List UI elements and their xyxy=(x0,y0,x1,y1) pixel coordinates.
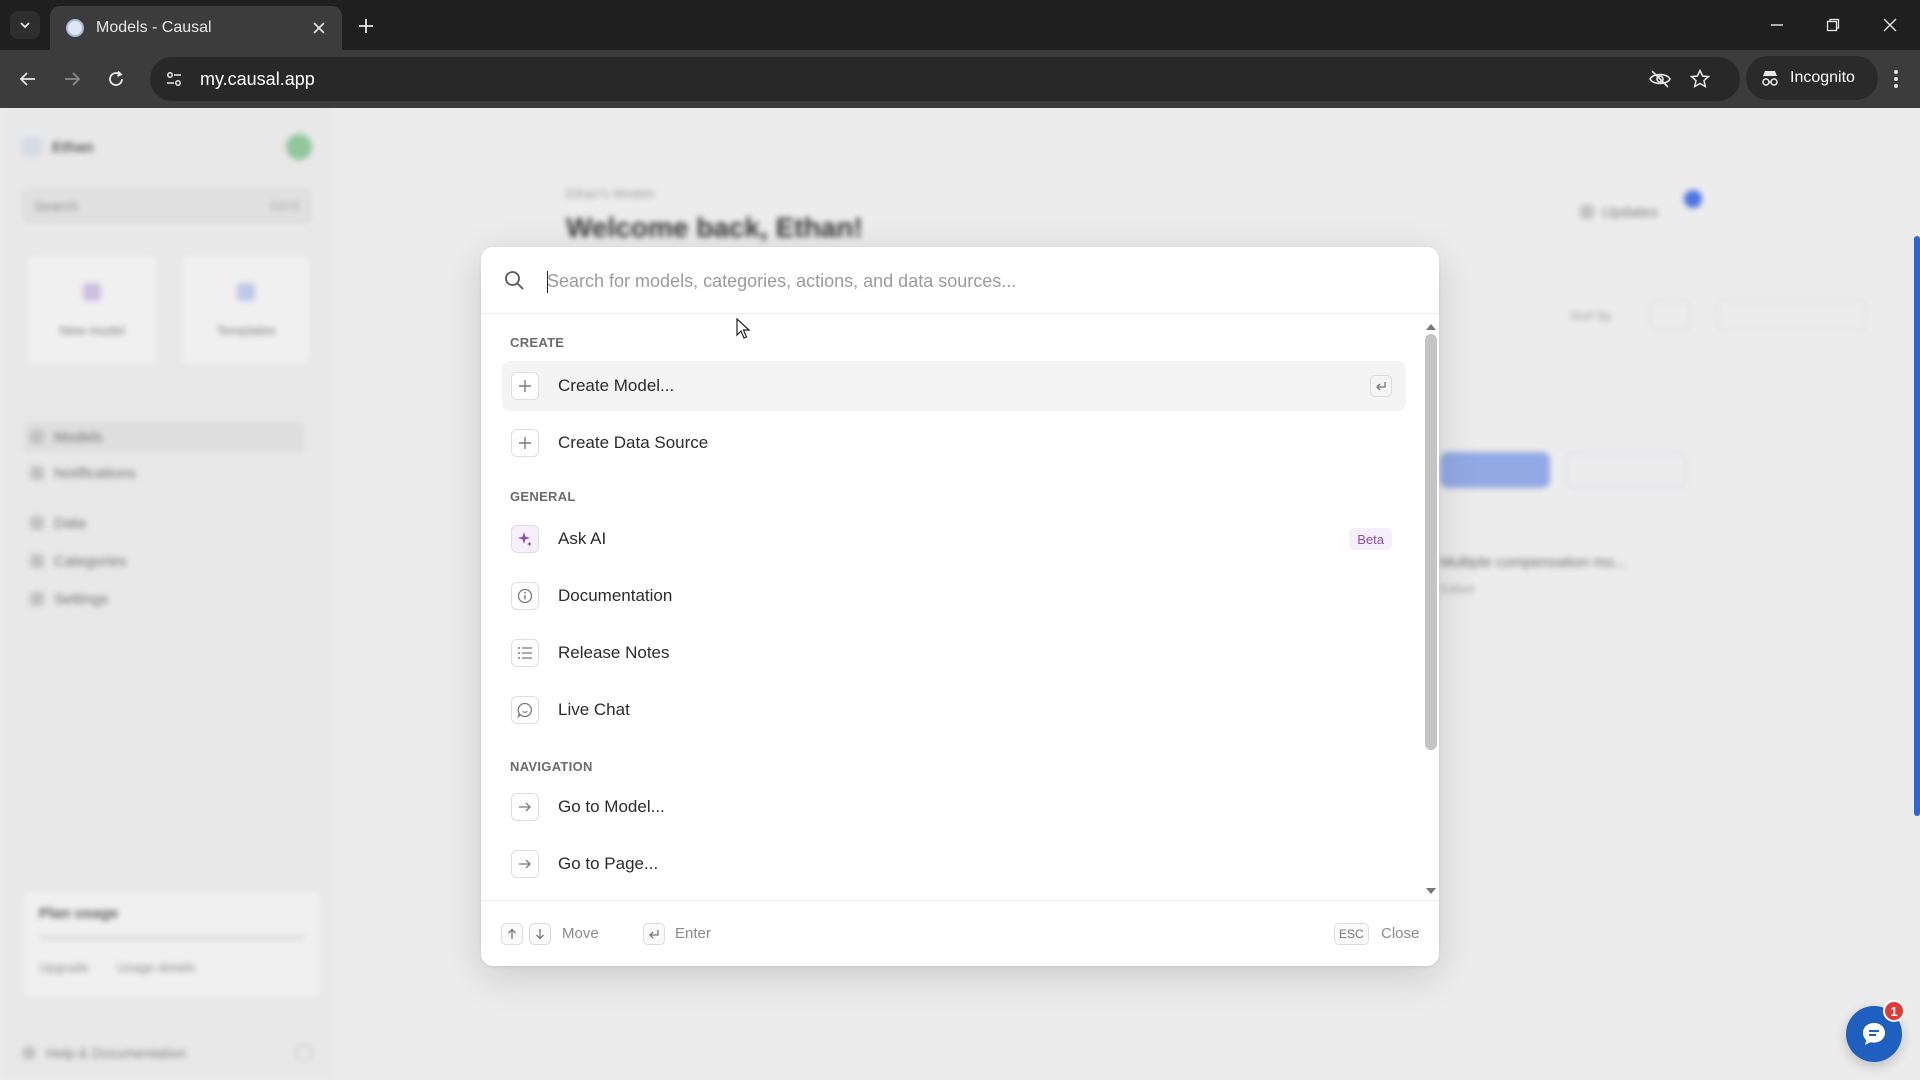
chat-icon xyxy=(1863,1023,1885,1045)
more-vertical-icon xyxy=(1894,70,1898,88)
command-palette: CREATE Create Model... Create Data Sourc… xyxy=(481,247,1439,966)
forward-button[interactable] xyxy=(56,63,88,95)
command-create-data-source[interactable]: Create Data Source xyxy=(502,418,1406,468)
command-label: Live Chat xyxy=(558,700,630,719)
close-icon xyxy=(1883,18,1897,32)
minimize-button[interactable] xyxy=(1762,12,1792,38)
arrow-up-key-icon xyxy=(501,923,523,945)
command-label: Ask AI xyxy=(558,529,607,548)
browser-tabstrip: Models - Causal xyxy=(0,0,1920,50)
command-label: Release Notes xyxy=(558,643,670,662)
command-label: Documentation xyxy=(558,586,673,605)
enter-key-icon xyxy=(1370,375,1392,397)
browser-menu-button[interactable] xyxy=(1880,63,1912,95)
address-bar[interactable]: my.causal.app xyxy=(150,57,1740,101)
incognito-label: Incognito xyxy=(1790,69,1855,86)
tab-title: Models - Causal xyxy=(96,19,212,36)
url-text: my.causal.app xyxy=(200,68,315,89)
star-icon xyxy=(1690,69,1710,88)
incognito-icon xyxy=(1762,71,1778,86)
scroll-up-arrow-icon[interactable] xyxy=(1426,324,1436,330)
chat-icon xyxy=(511,696,539,724)
scroll-down-arrow-icon[interactable] xyxy=(1426,888,1436,894)
palette-footer: Move Enter ESC Close xyxy=(481,900,1439,966)
command-label: Go to Page... xyxy=(558,854,659,873)
chevron-down-icon xyxy=(20,22,30,29)
arrow-right-icon xyxy=(65,72,81,86)
browser-toolbar: my.causal.app Incognito xyxy=(0,50,1920,108)
arrow-right-icon xyxy=(511,793,539,821)
beta-badge: Beta xyxy=(1349,528,1392,550)
palette-search-input[interactable] xyxy=(545,261,1405,301)
enter-key-icon xyxy=(643,923,665,945)
plus-icon xyxy=(511,429,539,457)
tracking-protection-button[interactable] xyxy=(1644,63,1676,95)
eye-off-icon xyxy=(1649,70,1671,88)
tab-close-button[interactable] xyxy=(308,17,330,39)
esc-key: ESC xyxy=(1334,923,1369,945)
arrow-right-icon xyxy=(511,850,539,878)
bookmark-button[interactable] xyxy=(1684,63,1716,95)
command-documentation[interactable]: Documentation xyxy=(502,571,1406,621)
command-live-chat[interactable]: Live Chat xyxy=(502,685,1406,735)
section-header-navigation: NAVIGATION xyxy=(510,759,593,774)
arrow-left-icon xyxy=(19,72,35,86)
command-go-to-page[interactable]: Go to Page... xyxy=(502,839,1406,889)
list-icon xyxy=(511,639,539,667)
plus-icon xyxy=(511,372,539,400)
palette-scrollbar[interactable] xyxy=(1421,314,1439,900)
close-icon xyxy=(313,22,325,34)
plus-icon xyxy=(359,19,373,33)
search-icon xyxy=(505,271,524,290)
sparkle-icon xyxy=(511,525,539,553)
chat-unread-badge: 1 xyxy=(1883,1000,1905,1022)
site-info-button[interactable] xyxy=(158,63,190,95)
info-icon xyxy=(511,582,539,610)
restore-button[interactable] xyxy=(1818,12,1848,38)
causal-favicon-icon xyxy=(66,19,84,37)
command-label: Create Model... xyxy=(558,376,675,395)
new-tab-button[interactable] xyxy=(352,12,380,40)
palette-results-list: CREATE Create Model... Create Data Sourc… xyxy=(481,314,1421,900)
move-hint: Move xyxy=(562,925,599,942)
arrow-down-key-icon xyxy=(529,923,551,945)
enter-hint: Enter xyxy=(675,925,711,942)
browser-tab-active[interactable]: Models - Causal xyxy=(50,6,342,50)
back-button[interactable] xyxy=(12,63,44,95)
palette-search-row xyxy=(481,247,1439,314)
minimize-icon xyxy=(1771,24,1783,26)
section-header-general: GENERAL xyxy=(510,489,576,504)
command-go-to-model[interactable]: Go to Model... xyxy=(502,782,1406,832)
command-label: Create Data Source xyxy=(558,433,709,452)
window-close-button[interactable] xyxy=(1875,12,1905,38)
command-ask-ai[interactable]: Ask AI Beta xyxy=(502,514,1406,564)
command-release-notes[interactable]: Release Notes xyxy=(502,628,1406,678)
command-label: Go to Model... xyxy=(558,797,665,816)
close-hint[interactable]: Close xyxy=(1381,925,1419,942)
reload-icon xyxy=(109,70,123,86)
scrollbar-thumb[interactable] xyxy=(1425,334,1437,750)
incognito-indicator[interactable]: Incognito xyxy=(1746,56,1878,100)
tab-search-button[interactable] xyxy=(10,11,40,39)
mouse-cursor-icon xyxy=(736,318,751,339)
reload-button[interactable] xyxy=(100,63,132,95)
restore-icon xyxy=(1826,18,1840,32)
text-caret xyxy=(547,271,548,293)
command-create-model[interactable]: Create Model... xyxy=(502,361,1406,411)
section-header-create: CREATE xyxy=(510,335,565,350)
tune-icon xyxy=(167,72,181,86)
